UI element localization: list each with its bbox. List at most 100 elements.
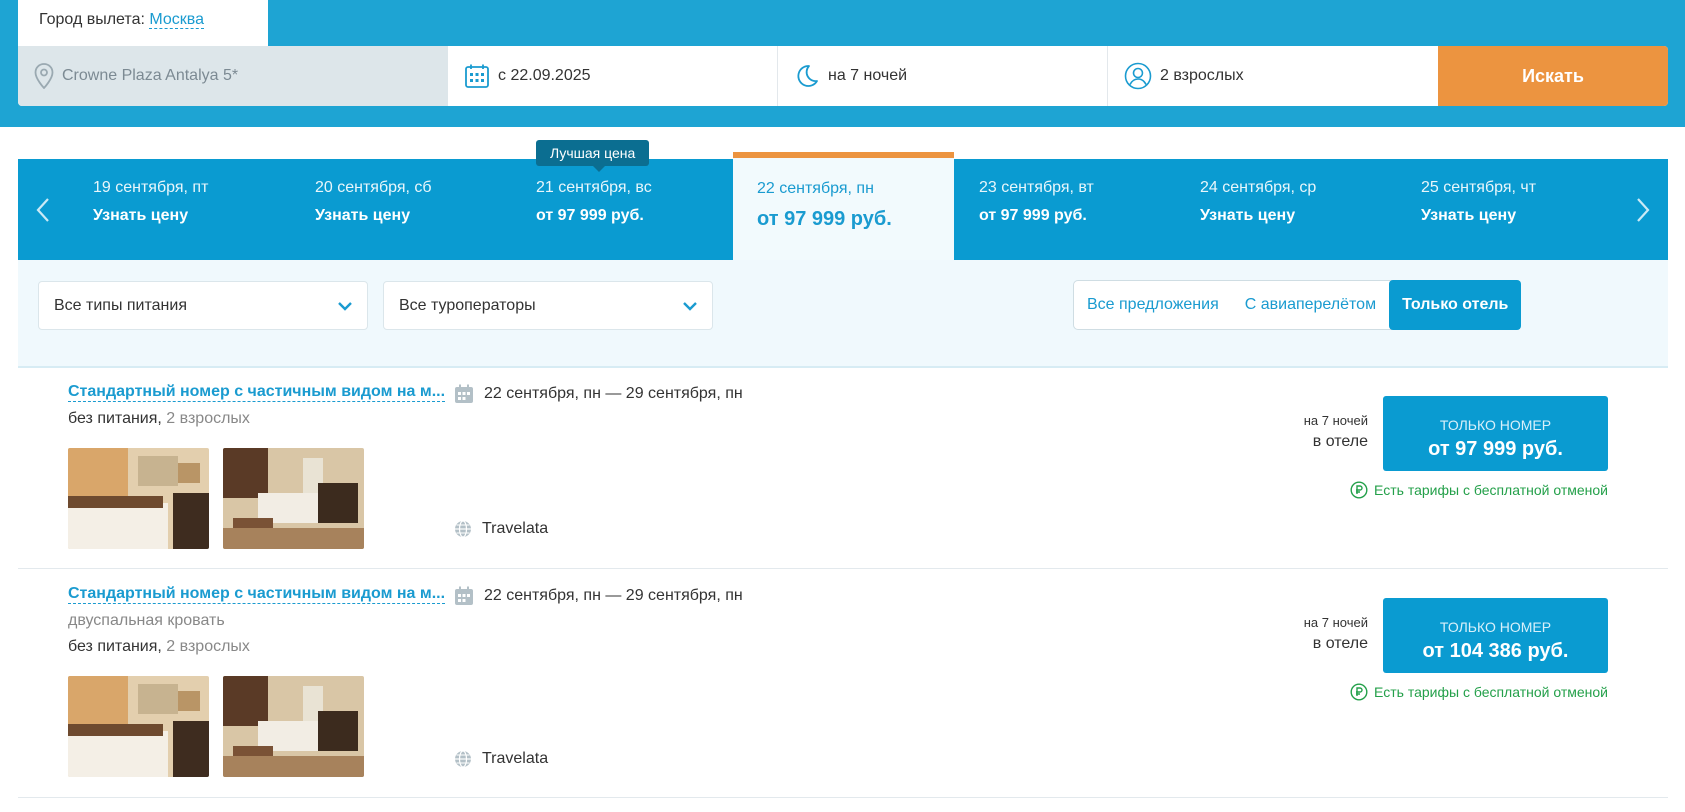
guests-value: 2 взрослых	[1160, 67, 1244, 84]
place-text: в отеле	[1312, 433, 1368, 450]
meal-text: без питания,	[68, 638, 162, 655]
nights-value: на 7 ночей	[828, 67, 908, 84]
date-price: от 97 999 руб.	[979, 207, 1087, 224]
room-photo[interactable]	[68, 676, 209, 777]
date-price: от 97 999 руб.	[757, 208, 892, 230]
price-button[interactable]: ТОЛЬКО НОМЕР от 104 386 руб.	[1383, 598, 1608, 673]
free-cancel-text: Есть тарифы с бесплатной отменой	[1374, 684, 1608, 700]
search-button[interactable]: Искать	[1438, 46, 1668, 106]
date-label: 22 сентября, пн	[757, 180, 874, 197]
globe-icon	[454, 520, 472, 538]
user-icon	[1124, 62, 1152, 90]
price-value: от 97 999 руб.	[1428, 438, 1563, 460]
calendar-icon	[454, 384, 474, 404]
guests-field[interactable]: 2 взрослых	[1108, 46, 1438, 106]
carousel-next-button[interactable]	[1618, 159, 1668, 260]
operator-info: Travelata	[454, 520, 548, 538]
free-cancel-note: Есть тарифы с бесплатной отменой	[1350, 683, 1608, 701]
departure-city-link[interactable]: Москва	[149, 11, 204, 29]
room-offer: Стандартный номер с частичным видом на м…	[18, 570, 1668, 798]
date-label: 25 сентября, чт	[1421, 179, 1537, 196]
date-label: 21 сентября, вс	[536, 179, 652, 196]
room-photo[interactable]	[223, 676, 364, 777]
date-option-selected[interactable]: 22 сентября, пн от 97 999 руб.	[733, 152, 954, 260]
nights-info: на 7 ночей в отеле	[1304, 413, 1368, 451]
date-option[interactable]: 25 сентября, чт Узнать цену	[1421, 159, 1642, 260]
free-cancel-text: Есть тарифы с бесплатной отменой	[1374, 482, 1608, 498]
room-title-link[interactable]: Стандартный номер с частичным видом на м…	[68, 383, 446, 402]
stay-dates-text: 22 сентября, пн — 29 сентября, пн	[484, 587, 743, 604]
room-photo[interactable]	[223, 448, 364, 549]
room-title-link[interactable]: Стандартный номер с частичным видом на м…	[68, 585, 446, 604]
date-carousel: 19 сентября, пт Узнать цену 20 сентября,…	[18, 152, 1668, 260]
chevron-left-icon	[36, 197, 49, 222]
date-option[interactable]: 19 сентября, пт Узнать цену	[93, 159, 314, 260]
location-pin-icon	[34, 63, 54, 89]
guests-text: 2 взрослых	[166, 638, 250, 655]
calendar-icon	[464, 63, 490, 89]
date-price: Узнать цену	[93, 207, 189, 224]
nights-text: на 7 ночей	[1303, 413, 1368, 428]
ruble-circle-icon	[1350, 481, 1368, 499]
departure-city-label: Город вылета:	[39, 11, 145, 28]
room-meal-line: без питания, 2 взрослых	[68, 638, 250, 656]
best-price-badge: Лучшая цена	[536, 140, 650, 172]
hotel-field[interactable]: Crowne Plaza Antalya 5*	[18, 46, 448, 106]
date-value: с 22.09.2025	[498, 67, 591, 84]
chevron-down-icon	[338, 302, 352, 311]
price-caption: ТОЛЬКО НОМЕР	[1439, 619, 1552, 635]
date-price: от 97 999 руб.	[536, 207, 644, 224]
hotel-value: Crowne Plaza Antalya 5*	[62, 67, 239, 84]
date-option[interactable]: 24 сентября, ср Узнать цену	[1200, 159, 1421, 260]
place-text: в отеле	[1312, 635, 1368, 652]
stay-dates-text: 22 сентября, пн — 29 сентября, пн	[484, 385, 743, 402]
chevron-down-icon	[683, 302, 697, 311]
meal-type-value: Все типы питания	[54, 296, 187, 314]
carousel-prev-button[interactable]	[18, 159, 68, 260]
ruble-circle-icon	[1350, 683, 1368, 701]
date-option[interactable]: 21 сентября, вс от 97 999 руб.	[536, 159, 757, 260]
segment-hotel-only[interactable]: Только отель	[1389, 280, 1522, 330]
guests-text: 2 взрослых	[166, 410, 250, 427]
segment-all-offers[interactable]: Все предложения	[1074, 281, 1232, 329]
filter-bar: Все типы питания Все туроператоры Все пр…	[18, 260, 1668, 368]
date-label: 24 сентября, ср	[1200, 179, 1317, 196]
date-label: 20 сентября, сб	[315, 179, 432, 196]
stay-dates: 22 сентября, пн — 29 сентября, пн	[454, 586, 743, 606]
tour-operator-value: Все туроператоры	[399, 296, 536, 314]
date-field[interactable]: с 22.09.2025	[448, 46, 778, 106]
date-option[interactable]: 20 сентября, сб Узнать цену	[315, 159, 536, 260]
date-label: 23 сентября, вт	[979, 179, 1094, 196]
moon-icon	[794, 63, 820, 89]
date-price: Узнать цену	[315, 207, 411, 224]
operator-name: Travelata	[482, 750, 549, 767]
operator-info: Travelata	[454, 750, 548, 768]
nights-text: на 7 ночей	[1303, 615, 1368, 630]
offer-type-toggle: Все предложения С авиаперелётом Только о…	[1073, 280, 1522, 330]
date-price: Узнать цену	[1421, 207, 1517, 224]
meal-text: без питания,	[68, 410, 162, 427]
date-price: Узнать цену	[1200, 207, 1296, 224]
stay-dates: 22 сентября, пн — 29 сентября, пн	[454, 384, 743, 404]
date-label: 19 сентября, пт	[93, 179, 209, 196]
segment-with-flight[interactable]: С авиаперелётом	[1231, 281, 1390, 329]
price-value: от 104 386 руб.	[1422, 640, 1569, 662]
meal-type-select[interactable]: Все типы питания	[38, 281, 368, 330]
price-button[interactable]: ТОЛЬКО НОМЕР от 97 999 руб.	[1383, 396, 1608, 471]
bed-type: двуспальная кровать	[68, 612, 225, 629]
nights-field[interactable]: на 7 ночей	[778, 46, 1108, 106]
search-bar: Crowne Plaza Antalya 5* с 22.09.2025 на …	[18, 46, 1668, 106]
room-photo[interactable]	[68, 448, 209, 549]
date-option[interactable]: 23 сентября, вт от 97 999 руб.	[979, 159, 1200, 260]
nights-info: на 7 ночей в отеле	[1304, 615, 1368, 653]
operator-name: Travelata	[482, 520, 549, 537]
tour-operator-select[interactable]: Все туроператоры	[383, 281, 713, 330]
room-offer: Стандартный номер с частичным видом на м…	[18, 368, 1668, 569]
room-meal-line: без питания, 2 взрослых	[68, 410, 250, 428]
globe-icon	[454, 750, 472, 768]
departure-city-tab: Город вылета: Москва	[18, 0, 268, 46]
chevron-right-icon	[1637, 197, 1650, 222]
free-cancel-note: Есть тарифы с бесплатной отменой	[1350, 481, 1608, 499]
calendar-icon	[454, 586, 474, 606]
price-caption: ТОЛЬКО НОМЕР	[1439, 417, 1552, 433]
